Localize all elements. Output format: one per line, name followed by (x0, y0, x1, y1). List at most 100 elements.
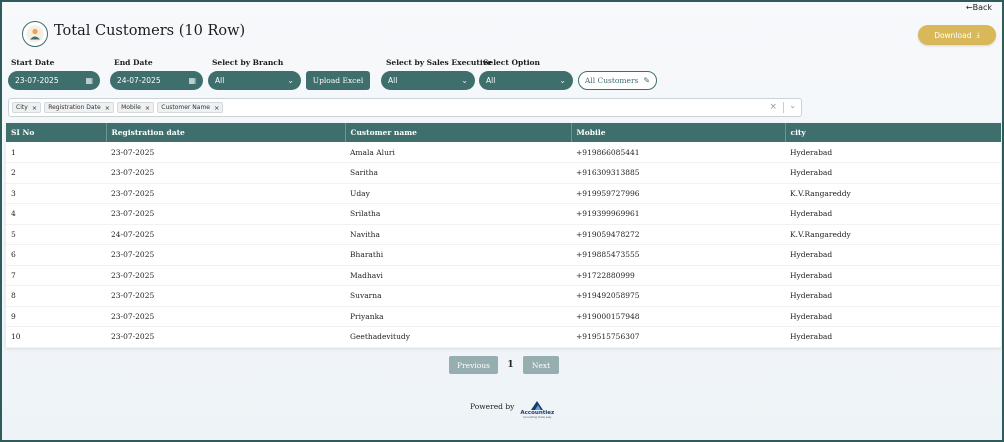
table-cell: +919959727996 (571, 183, 785, 204)
sales-exec-select[interactable]: All ⌄ (381, 71, 475, 90)
table-cell: +919515756307 (571, 326, 785, 348)
pagination: Previous 1 Next (449, 356, 559, 374)
table-cell: 23-07-2025 (106, 306, 345, 327)
table-row[interactable]: 2 23-07-2025 Saritha +916309313885 Hyderabad (6, 162, 1001, 184)
table-cell: Amala Aluri (345, 142, 571, 163)
close-icon[interactable]: × (145, 104, 150, 112)
table-cell: 9 (6, 306, 106, 327)
column-header: Customer name (345, 123, 572, 142)
divider (783, 102, 784, 113)
close-icon[interactable]: × (32, 104, 37, 112)
tag-label: Mobile (121, 104, 141, 111)
tag-label: Registration Date (48, 104, 101, 111)
table-cell: 23-07-2025 (106, 326, 345, 348)
all-customers-button[interactable]: All Customers ✎ (578, 71, 657, 90)
upload-excel-button[interactable]: Upload Excel (306, 71, 370, 90)
next-button[interactable]: Next (523, 356, 559, 374)
branch-label: Select by Branch (212, 58, 284, 67)
column-header: Registration date (106, 123, 346, 142)
table-row[interactable]: 7 23-07-2025 Madhavi +91722880999 Hyderabad (6, 265, 1001, 286)
download-icon: ⤓ (976, 30, 980, 39)
table-row[interactable]: 9 23-07-2025 Priyanka +919000157948 Hyderaba… (6, 306, 1001, 327)
branch-select[interactable]: All ⌄ (208, 71, 301, 90)
table-cell: 8 (6, 285, 106, 307)
branch-value: All (215, 76, 225, 85)
table-cell: 4 (6, 203, 106, 225)
table-cell: 5 (6, 224, 106, 245)
table-row[interactable]: 6 23-07-2025 Bharathi +919885473555 Hyderaba… (6, 244, 1001, 266)
end-date-label: End Date (114, 58, 153, 67)
sales-exec-label: Select by Sales Executive (386, 58, 492, 67)
all-customers-label: All Customers (584, 76, 639, 85)
person-avatar-icon (22, 21, 48, 47)
pencil-icon: ✎ (643, 76, 651, 85)
current-page[interactable]: 1 (498, 360, 523, 370)
table-cell: 7 (6, 265, 106, 286)
powered-by-label: Powered by (470, 402, 515, 411)
table-row[interactable]: 8 23-07-2025 Suvarna +919492058975 Hyderabad (6, 285, 1001, 307)
table-cell: K.V.Rangareddy (785, 224, 1001, 245)
start-date-label: Start Date (11, 58, 55, 67)
chevron-down-icon[interactable]: ⌄ (789, 101, 796, 110)
table-cell: Hyderabad (785, 265, 1001, 286)
option-select[interactable]: All ⌄ (479, 71, 573, 90)
table-row[interactable]: 10 23-07-2025 Geethadevitudy +919515756307 H… (6, 326, 1001, 348)
download-label: Download (934, 30, 972, 40)
table-row[interactable]: 5 24-07-2025 Navitha +919059478272 K.V.Ranga… (6, 224, 1001, 245)
table-cell: 23-07-2025 (106, 265, 345, 286)
table-cell: +91722880999 (571, 265, 785, 286)
brand-mark-icon (531, 401, 544, 410)
customers-table: SI No Registration date Customer name Mo… (6, 123, 1001, 348)
table-row[interactable]: 3 23-07-2025 Uday +919959727996 K.V.Rangared… (6, 183, 1001, 204)
option-label: Select Option (483, 58, 540, 67)
table-cell: 6 (6, 244, 106, 266)
table-cell: 2 (6, 162, 106, 184)
table-cell: 23-07-2025 (106, 183, 345, 204)
previous-button[interactable]: Previous (449, 356, 498, 374)
powered-by: Powered by Accountiez Accounting made ea… (470, 400, 554, 419)
table-cell: 23-07-2025 (106, 142, 345, 163)
table-cell: Priyanka (345, 306, 571, 327)
column-multiselect[interactable]: City × Registration Date × Mobile × Cust… (8, 98, 802, 117)
end-date-value: 24-07-2025 (117, 76, 161, 85)
table-cell: 23-07-2025 (106, 162, 345, 184)
table-cell: Geethadevitudy (345, 326, 571, 348)
column-header: city (785, 123, 1001, 142)
table-cell: Uday (345, 183, 571, 204)
table-cell: Hyderabad (785, 285, 1001, 307)
download-button[interactable]: Download ⤓ (918, 25, 996, 45)
calendar-icon[interactable]: ▦ (85, 76, 93, 85)
tag-label: Customer Name (161, 104, 211, 111)
table-cell: 23-07-2025 (106, 285, 345, 307)
app-frame: ←Back Total Customers (10 Row) Download … (0, 0, 1004, 442)
calendar-icon[interactable]: ▦ (188, 76, 196, 85)
column-header: Mobile (571, 123, 786, 142)
table-row[interactable]: 1 23-07-2025 Amala Aluri +919866085441 Hyder… (6, 142, 1001, 163)
clear-all-icon[interactable]: × (769, 102, 777, 112)
brand-logo: Accountiez Accounting made easy (520, 400, 554, 419)
table-cell: Hyderabad (785, 306, 1001, 327)
close-icon[interactable]: × (214, 104, 219, 112)
table-cell: 24-07-2025 (106, 224, 345, 245)
table-header-row: SI No Registration date Customer name Mo… (6, 123, 1001, 142)
table-cell: +919399969961 (571, 203, 785, 225)
table-cell: 3 (6, 183, 106, 204)
page-title: Total Customers (10 Row) (54, 23, 246, 39)
table-cell: Hyderabad (785, 162, 1001, 184)
table-cell: Saritha (345, 162, 571, 184)
table-cell: 10 (6, 326, 106, 348)
table-cell: Hyderabad (785, 203, 1001, 225)
start-date-input[interactable]: 23-07-2025 ▦ (8, 71, 100, 90)
brand-tagline: Accounting made easy (523, 416, 552, 419)
back-link[interactable]: ←Back (966, 3, 992, 12)
table-row[interactable]: 4 23-07-2025 Srilatha +919399969961 Hyderaba… (6, 203, 1001, 225)
close-icon[interactable]: × (105, 104, 110, 112)
table-cell: Hyderabad (785, 244, 1001, 266)
table-cell: Srilatha (345, 203, 571, 225)
table-cell: 23-07-2025 (106, 203, 345, 225)
table-cell: Bharathi (345, 244, 571, 266)
table-cell: +919000157948 (571, 306, 785, 327)
table-cell: 1 (6, 142, 106, 163)
start-date-value: 23-07-2025 (15, 76, 59, 85)
end-date-input[interactable]: 24-07-2025 ▦ (110, 71, 203, 90)
